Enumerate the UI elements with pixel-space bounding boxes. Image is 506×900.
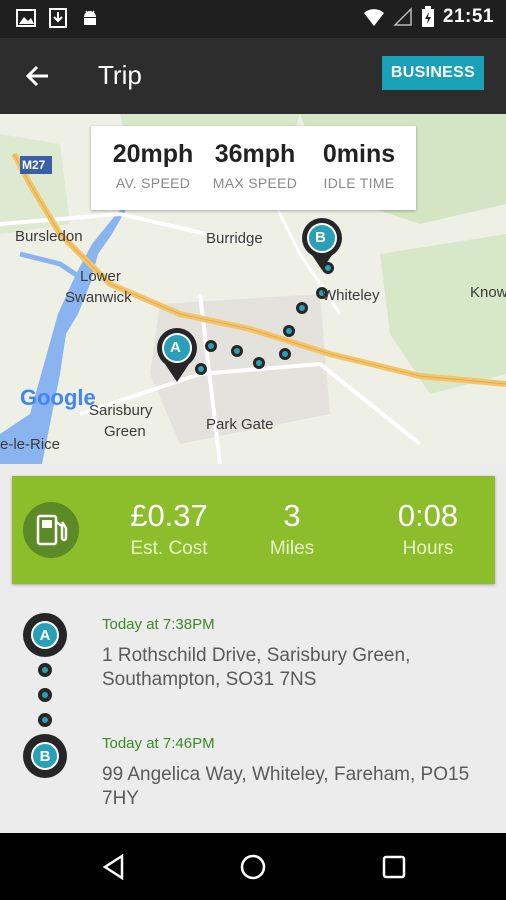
hours-stat: 0:08 Hours — [358, 498, 498, 560]
image-icon — [16, 9, 36, 27]
place-label: Whiteley — [322, 287, 380, 304]
max-speed-value: 36mph — [214, 140, 296, 168]
place-label: Sarisbury — [89, 402, 153, 419]
place-label: Bursledon — [15, 228, 83, 245]
route-details: A B Today at 7:38PM 1 Rothschild Drive, … — [0, 598, 506, 833]
google-logo-text: Google — [20, 385, 96, 410]
status-bar: 21:51 — [0, 0, 506, 38]
cost-label: Est. Cost — [130, 538, 208, 559]
cost-stat: £0.37 Est. Cost — [99, 498, 239, 560]
average-speed-label: AV. SPEED — [115, 175, 191, 191]
average-speed-value: 20mph — [112, 140, 194, 168]
place-label: Burridge — [206, 230, 263, 247]
wifi-icon — [363, 9, 384, 26]
navigation-bar — [0, 833, 506, 900]
trip-summary-card: £0.37 Est. Cost 3 Miles 0:08 Hours — [12, 476, 495, 584]
home-nav-icon[interactable] — [239, 853, 267, 881]
start-marker: A — [23, 613, 67, 657]
place-label: e-le-Rice — [0, 436, 61, 453]
max-speed-label: MAX SPEED — [212, 175, 298, 191]
trip-map[interactable]: M27 A B Bursledon Burridge Lower Swanwic… — [0, 114, 506, 464]
android-icon — [84, 10, 96, 25]
idle-time-stat: 0mins IDLE TIME — [311, 140, 407, 191]
miles-value: 3 — [283, 498, 301, 533]
hours-value: 0:08 — [397, 498, 459, 533]
place-label: Lower — [80, 268, 121, 285]
place-label: Swanwick — [65, 289, 132, 306]
place-label: Park Gate — [206, 416, 274, 433]
max-speed-stat: 36mph MAX SPEED — [205, 140, 305, 191]
page-title: Trip — [98, 60, 142, 90]
recents-nav-icon[interactable] — [380, 853, 408, 881]
road-shield-label: M27 — [22, 158, 46, 172]
signal-icon — [393, 7, 412, 26]
business-button[interactable]: BUSINESS — [382, 56, 484, 90]
route-dot — [38, 688, 52, 702]
place-label: Green — [104, 423, 146, 440]
idle-time-label: IDLE TIME — [323, 175, 395, 191]
start-time: Today at 7:38PM — [102, 616, 215, 633]
miles-label: Miles — [269, 538, 315, 559]
start-address: 1 Rothschild Drive, Sarisbury Green, Sou… — [102, 645, 411, 690]
speed-stats-card: 20mph AV. SPEED 36mph MAX SPEED 0mins ID… — [91, 126, 416, 210]
hours-label: Hours — [402, 538, 454, 559]
end-marker: B — [23, 734, 67, 778]
google-logo: Google — [20, 385, 96, 411]
end-time: Today at 7:46PM — [102, 735, 215, 752]
end-marker-label: B — [31, 742, 59, 770]
route-dot — [38, 713, 52, 727]
place-label: Know — [470, 284, 506, 301]
download-icon — [49, 8, 67, 28]
end-pin-label[interactable]: B — [315, 229, 326, 246]
idle-time-value: 0mins — [322, 140, 396, 168]
app-bar: Trip BUSINESS — [0, 38, 506, 114]
end-address: 99 Angelica Way, Whiteley, Fareham, PO15… — [102, 764, 470, 809]
average-speed-stat: 20mph AV. SPEED — [105, 140, 201, 191]
cost-value: £0.37 — [130, 498, 208, 533]
back-nav-icon[interactable] — [100, 853, 128, 881]
start-pin-label[interactable]: A — [170, 339, 181, 356]
start-marker-label: A — [31, 621, 59, 649]
route-dot — [38, 663, 52, 677]
clock: 21:51 — [442, 6, 494, 27]
miles-stat: 3 Miles — [222, 498, 362, 560]
fuel-pump-icon — [23, 502, 79, 558]
back-arrow-icon[interactable] — [24, 62, 52, 90]
battery-charging-icon — [421, 6, 434, 27]
